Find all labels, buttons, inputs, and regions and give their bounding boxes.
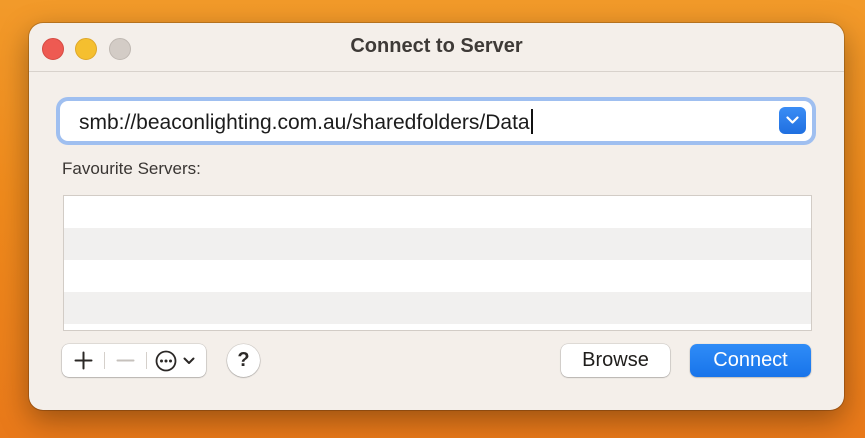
connect-to-server-window: Connect to Server smb://beaconlighting.c… bbox=[29, 23, 844, 410]
title-bar: Connect to Server bbox=[29, 23, 844, 72]
server-address-field[interactable]: smb://beaconlighting.com.au/sharedfolder… bbox=[60, 101, 812, 141]
plus-icon bbox=[74, 351, 93, 370]
list-row bbox=[64, 228, 811, 260]
text-caret bbox=[530, 109, 533, 134]
recent-servers-dropdown-button[interactable] bbox=[779, 107, 806, 134]
chevron-down-icon bbox=[786, 116, 799, 124]
add-favourite-button[interactable] bbox=[62, 344, 104, 377]
chevron-down-icon bbox=[183, 357, 195, 364]
connect-button[interactable]: Connect bbox=[690, 344, 811, 377]
help-button[interactable]: ? bbox=[227, 344, 260, 377]
browse-button[interactable]: Browse bbox=[561, 344, 670, 377]
favourite-servers-label: Favourite Servers: bbox=[62, 159, 201, 178]
list-row bbox=[64, 260, 811, 292]
list-row bbox=[64, 196, 811, 228]
ellipsis-circle-icon bbox=[155, 350, 177, 372]
more-options-menu-button[interactable] bbox=[146, 344, 206, 377]
window-title: Connect to Server bbox=[350, 35, 523, 57]
server-address-value: smb://beaconlighting.com.au/sharedfolder… bbox=[79, 111, 530, 134]
minus-icon bbox=[116, 359, 135, 362]
favourite-servers-list[interactable] bbox=[63, 195, 812, 331]
remove-favourite-button[interactable] bbox=[104, 344, 146, 377]
favourites-segmented-control bbox=[62, 344, 206, 377]
server-address-input[interactable]: smb://beaconlighting.com.au/sharedfolder… bbox=[79, 109, 533, 135]
list-row bbox=[64, 292, 811, 324]
list-row bbox=[64, 324, 811, 330]
